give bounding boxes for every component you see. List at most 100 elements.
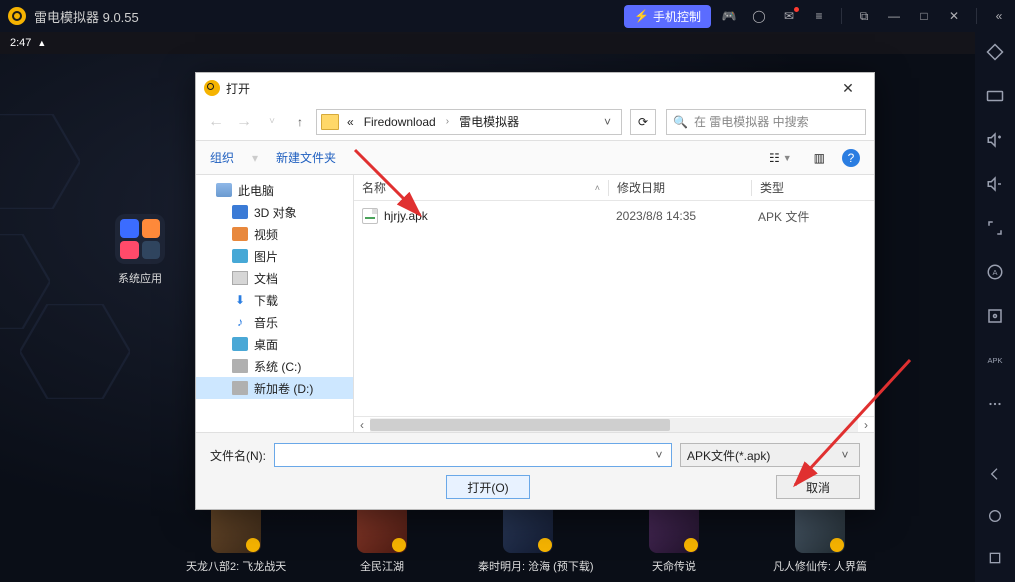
organize-button[interactable]: 组织 (210, 149, 234, 166)
tree-item-pc[interactable]: 此电脑 (196, 179, 353, 201)
minimize-icon[interactable]: — (886, 8, 902, 24)
nav-recent-icon[interactable] (985, 548, 1005, 568)
dock-app-label: 天命传说 (624, 558, 724, 574)
app-thumbnail (503, 503, 553, 553)
file-list[interactable]: 名称˄ 修改日期 类型 hjrjy.apk 2023/8/8 14:35 APK… (354, 175, 874, 432)
nav-up-button[interactable]: ↑ (288, 115, 312, 129)
file-type: APK 文件 (750, 208, 874, 225)
new-folder-button[interactable]: 新建文件夹 (276, 149, 336, 166)
col-date[interactable]: 修改日期 (609, 175, 751, 200)
filetype-select[interactable]: APK文件(*.apk) ˅ (680, 443, 860, 467)
svg-text:A: A (992, 268, 997, 277)
user-icon[interactable]: ◯ (751, 8, 767, 24)
breadcrumb-item[interactable]: 雷电模拟器 (455, 113, 523, 130)
cancel-button[interactable]: 取消 (776, 475, 860, 499)
search-icon: 🔍 (673, 115, 688, 129)
scroll-thumb[interactable] (370, 419, 670, 431)
nav-history-dropdown[interactable]: ˅ (260, 116, 284, 127)
popout-icon[interactable]: ⧉ (856, 8, 872, 24)
more-icon[interactable] (985, 394, 1005, 414)
keyboard-icon[interactable] (985, 86, 1005, 106)
nav-forward-button[interactable]: → (232, 113, 256, 131)
gamepad-icon[interactable]: 🎮 (721, 8, 737, 24)
chevron-right-icon: › (442, 116, 453, 127)
search-input[interactable]: 🔍 在 雷电模拟器 中搜索 (666, 109, 866, 135)
scroll-left-icon[interactable]: ‹ (354, 418, 370, 432)
collapse-sidebar-icon[interactable]: « (991, 8, 1007, 24)
tree-item-pictures[interactable]: 图片 (196, 245, 353, 267)
nav-back-icon[interactable] (985, 464, 1005, 484)
breadcrumb-item[interactable]: Firedownload (360, 115, 440, 129)
system-app-folder[interactable]: 系统应用 (108, 214, 172, 286)
menu-icon[interactable]: ≡ (811, 8, 827, 24)
open-button[interactable]: 打开(O) (446, 475, 530, 499)
refresh-button[interactable]: ⟳ (630, 109, 656, 135)
help-button[interactable]: ? (842, 149, 860, 167)
language-icon[interactable]: A (985, 262, 1005, 282)
volume-down-icon[interactable] (985, 174, 1005, 194)
breadcrumb-item[interactable]: « (343, 115, 358, 129)
phone-control-button[interactable]: ⚡ 手机控制 (624, 5, 711, 28)
col-name[interactable]: 名称˄ (354, 175, 608, 200)
view-preview-button[interactable]: ▥ (809, 148, 830, 168)
apk-icon[interactable]: APK (985, 350, 1005, 370)
fullscreen-icon[interactable] (985, 218, 1005, 238)
screenshot-icon[interactable] (985, 306, 1005, 326)
filename-dropdown-icon[interactable]: ˅ (651, 448, 667, 462)
horizontal-scrollbar[interactable]: ‹ › (354, 416, 874, 432)
mail-icon[interactable]: ✉ (781, 8, 797, 24)
close-icon[interactable]: ✕ (946, 8, 962, 24)
file-open-dialog: 打开 ✕ ← → ˅ ↑ « Firedownload › 雷电模拟器 ˅ ⟳ … (195, 72, 875, 510)
dock-app-label: 凡人修仙传: 人界篇 (770, 558, 870, 574)
app-title: 雷电模拟器 9.0.55 (34, 7, 139, 26)
video-icon (232, 227, 248, 241)
tree-item-downloads[interactable]: ⬇下载 (196, 289, 353, 311)
dock-app-label: 全民江湖 (332, 558, 432, 574)
tree-item-music[interactable]: ♪音乐 (196, 311, 353, 333)
col-type[interactable]: 类型 (752, 175, 874, 200)
dock-app[interactable]: 秦时明月: 沧海 (预下载) (478, 503, 578, 574)
dock-app[interactable]: 凡人修仙传: 人界篇 (770, 503, 870, 574)
folder-icon (115, 214, 165, 264)
scroll-track[interactable] (370, 418, 858, 432)
hex-decoration (0, 234, 50, 329)
nav-home-icon[interactable] (985, 506, 1005, 526)
scroll-right-icon[interactable]: › (858, 418, 874, 432)
dock-app[interactable]: 全民江湖 (332, 503, 432, 574)
dialog-close-button[interactable]: ✕ (830, 77, 866, 99)
dock-app[interactable]: 天命传说 (624, 503, 724, 574)
file-row[interactable]: hjrjy.apk 2023/8/8 14:35 APK 文件 (354, 201, 874, 225)
filetype-value: APK文件(*.apk) (687, 447, 770, 464)
list-icon: ☷ (769, 151, 780, 165)
breadcrumb-bar[interactable]: « Firedownload › 雷电模拟器 ˅ (316, 109, 622, 135)
tree-item-drive-c[interactable]: 系统 (C:) (196, 355, 353, 377)
document-icon (232, 271, 248, 285)
tree-item-video[interactable]: 视频 (196, 223, 353, 245)
tree-item-documents[interactable]: 文档 (196, 267, 353, 289)
app-thumbnail (649, 503, 699, 553)
desktop-icon (232, 337, 248, 351)
file-name: hjrjy.apk (384, 209, 428, 223)
view-details-button[interactable]: ☷▼ (764, 148, 797, 168)
folder-icon (321, 114, 339, 130)
pc-icon (216, 183, 232, 197)
dock-app-label: 天龙八部2: 飞龙战天 (186, 558, 286, 574)
nav-back-button[interactable]: ← (204, 113, 228, 131)
breadcrumb-dropdown[interactable]: ˅ (598, 115, 617, 129)
app-dock: 天龙八部2: 飞龙战天 全民江湖 秦时明月: 沧海 (预下载) 天命传说 凡人修… (186, 503, 870, 574)
volume-up-icon[interactable] (985, 130, 1005, 150)
drive-icon (232, 381, 248, 395)
list-header: 名称˄ 修改日期 类型 (354, 175, 874, 201)
music-icon: ♪ (232, 315, 248, 329)
bolt-icon: ⚡ (634, 9, 649, 23)
dock-app-label: 秦时明月: 沧海 (预下载) (478, 558, 578, 574)
tree-item-desktop[interactable]: 桌面 (196, 333, 353, 355)
dock-app[interactable]: 天龙八部2: 飞龙战天 (186, 503, 286, 574)
diamond-icon[interactable] (985, 42, 1005, 62)
tree-item-3d[interactable]: 3D 对象 (196, 201, 353, 223)
maximize-icon[interactable]: □ (916, 8, 932, 24)
folder-tree[interactable]: 此电脑 3D 对象 视频 图片 文档 ⬇下载 ♪音乐 桌面 系统 (C:) 新加… (196, 175, 354, 432)
dialog-nav: ← → ˅ ↑ « Firedownload › 雷电模拟器 ˅ ⟳ 🔍 在 雷… (196, 103, 874, 141)
tree-item-drive-d[interactable]: 新加卷 (D:) (196, 377, 353, 399)
filename-input[interactable]: ˅ (274, 443, 672, 467)
